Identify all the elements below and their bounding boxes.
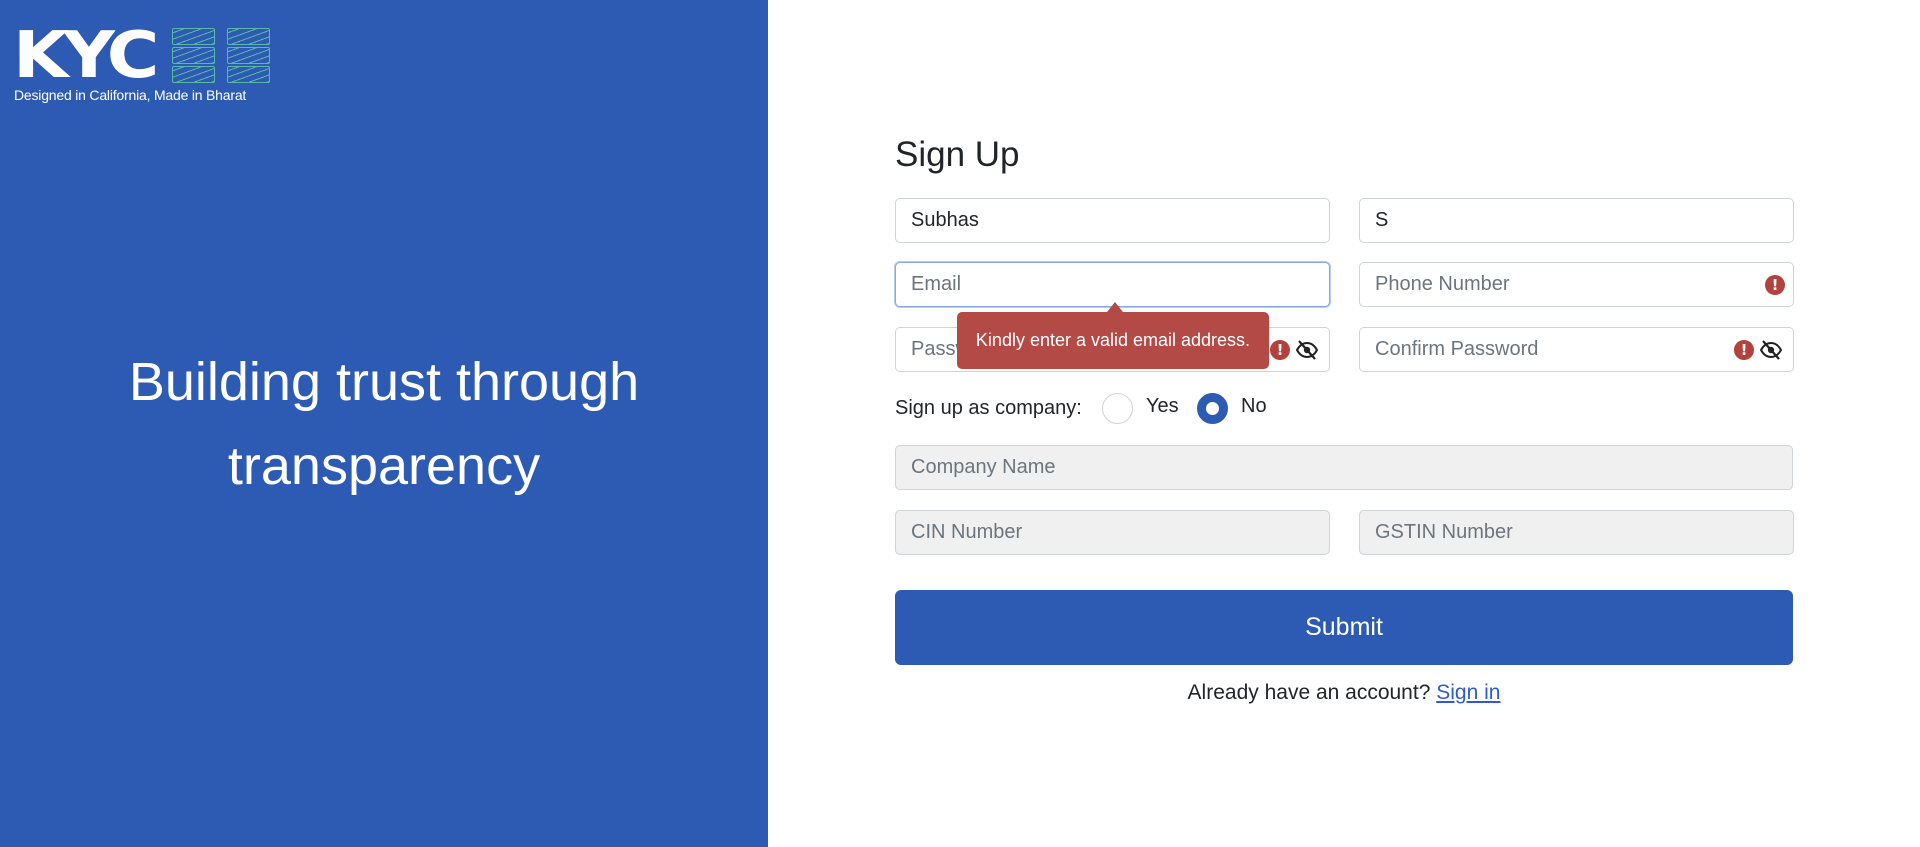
eye-slash-icon[interactable] [1759, 338, 1783, 362]
email-validation-tooltip: Kindly enter a valid email address. [957, 302, 1269, 369]
exclamation-circle-icon: ! [1270, 340, 1290, 360]
eye-slash-icon[interactable] [1295, 338, 1319, 362]
company-name-input[interactable] [896, 446, 1792, 489]
logo-wordmark: KYC [13, 19, 159, 93]
radio-no[interactable] [1197, 393, 1228, 424]
kyc-logo: KYC Designed in California, Made in Bhar… [13, 19, 273, 106]
radio-yes-label[interactable]: Yes [1146, 395, 1179, 418]
company-radio-group: Sign up as company: Yes No [895, 393, 1793, 424]
company-name-field[interactable] [895, 445, 1793, 490]
signin-prompt: Already have an account? [1187, 681, 1431, 704]
company-question-label: Sign up as company: [895, 397, 1082, 419]
brand-panel: KYC Designed in California, Made in Bhar… [0, 0, 768, 847]
phone-input[interactable] [1360, 263, 1793, 306]
confirm-password-input[interactable] [1360, 328, 1793, 371]
hero-heading: Building trust through transparency [0, 340, 768, 508]
last-name-input[interactable] [1360, 199, 1793, 242]
first-name-field[interactable] [895, 198, 1330, 243]
logo-pattern-icon [172, 28, 278, 85]
cin-input[interactable] [896, 511, 1329, 554]
gstin-input[interactable] [1360, 511, 1793, 554]
exclamation-circle-icon: ! [1734, 340, 1754, 360]
last-name-field[interactable] [1359, 198, 1794, 243]
hero-line-1: Building trust through [128, 352, 640, 412]
email-input[interactable] [896, 263, 1329, 306]
page-title: Sign Up [895, 135, 1020, 174]
email-field[interactable] [895, 262, 1330, 307]
first-name-input[interactable] [896, 199, 1329, 242]
gstin-field[interactable] [1359, 510, 1794, 555]
radio-no-label[interactable]: No [1241, 395, 1267, 418]
submit-button[interactable]: Submit [895, 590, 1793, 665]
hero-line-2: transparency [227, 436, 541, 496]
signin-row: Already have an account? Sign in [895, 681, 1793, 705]
radio-yes[interactable] [1102, 393, 1133, 424]
signin-link[interactable]: Sign in [1436, 681, 1500, 704]
confirm-password-field[interactable]: ! [1359, 327, 1794, 372]
logo-tagline: Designed in California, Made in Bharat [14, 87, 247, 103]
exclamation-circle-icon: ! [1765, 275, 1785, 295]
phone-field[interactable]: ! [1359, 262, 1794, 307]
cin-field[interactable] [895, 510, 1330, 555]
